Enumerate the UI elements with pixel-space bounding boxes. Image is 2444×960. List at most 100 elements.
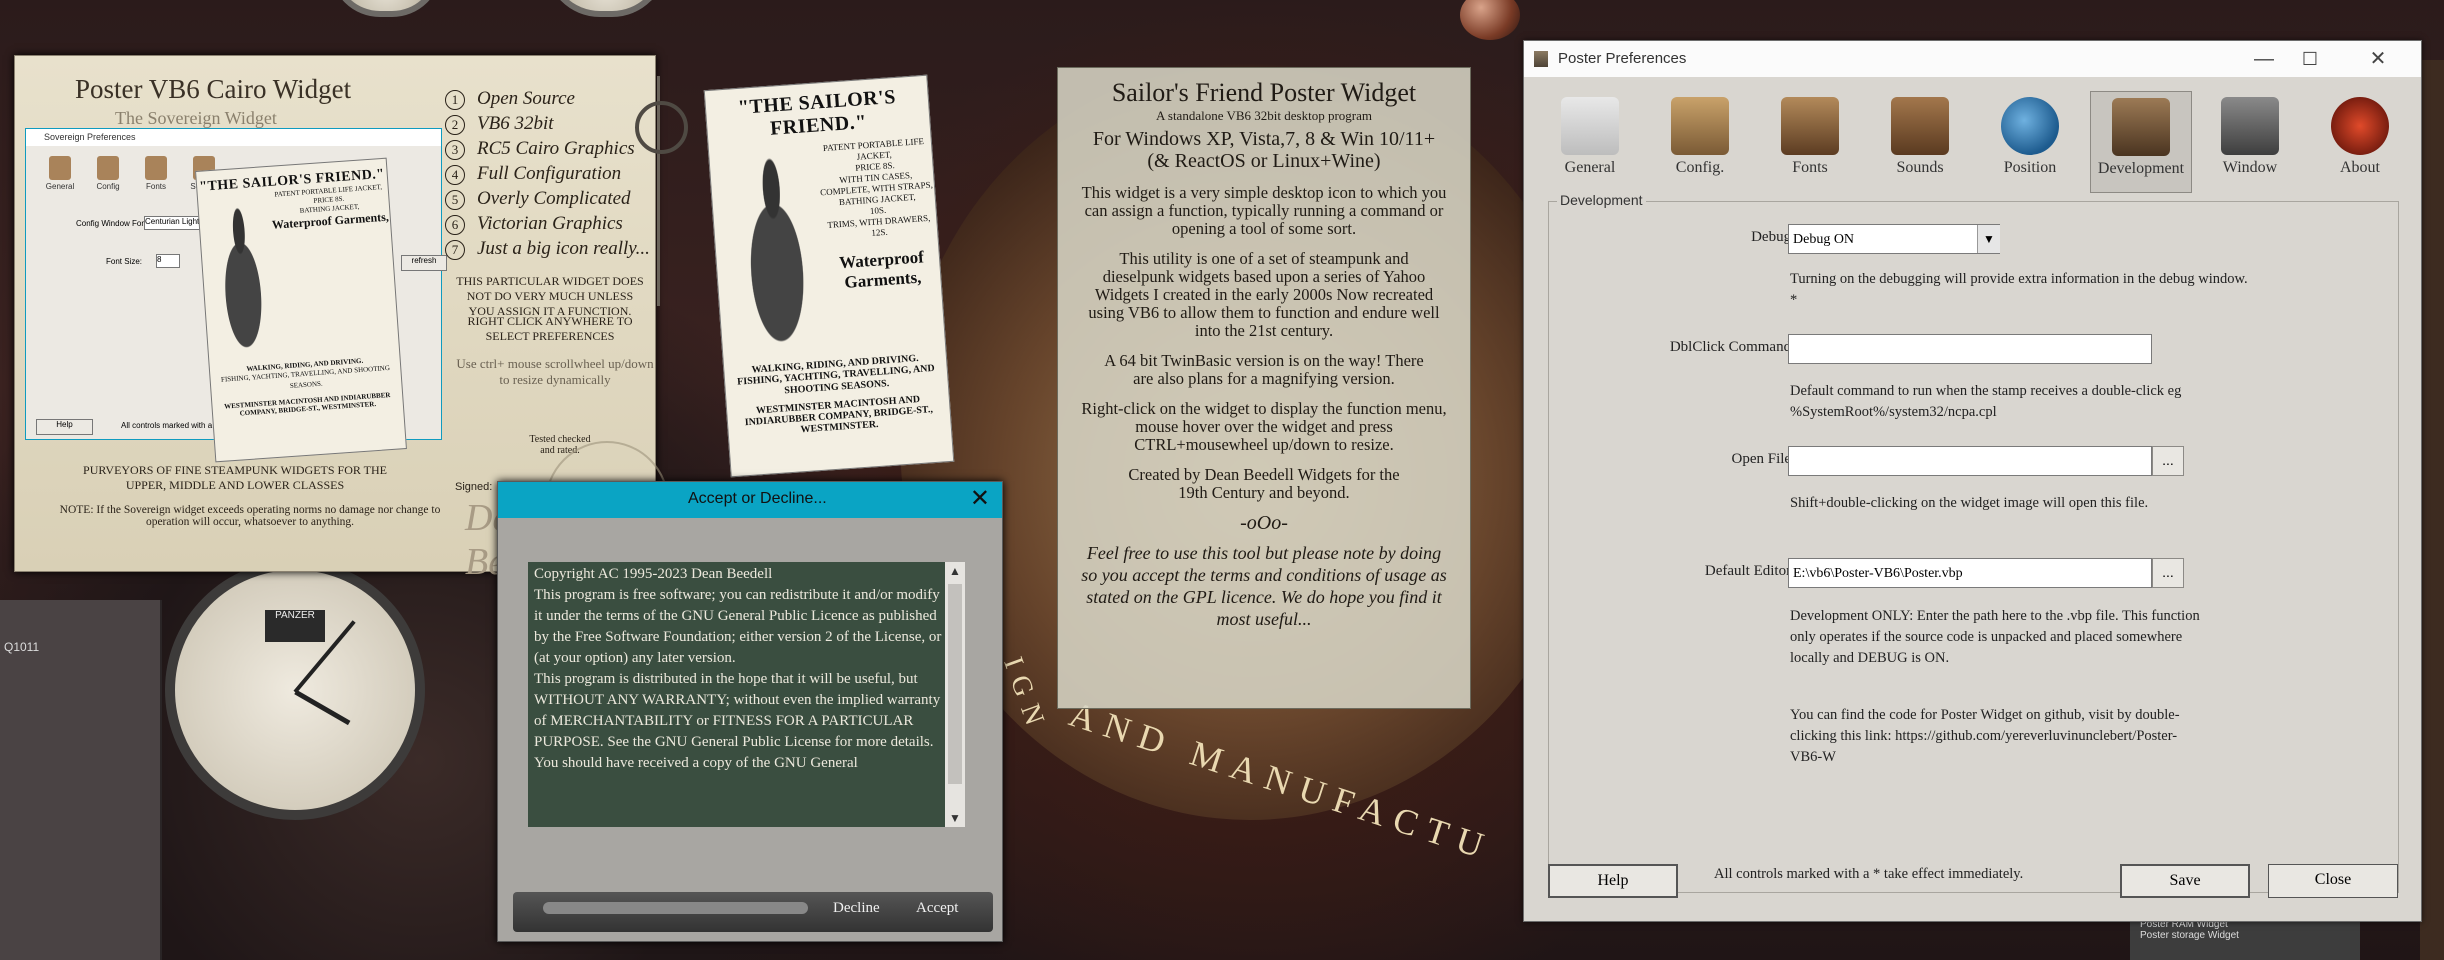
about-paragraph: A 64 bit TwinBasic version is on the way…: [1104, 351, 1424, 388]
open-file-description: Shift+double-clicking on the widget imag…: [1790, 495, 2149, 511]
close-button[interactable]: Close: [2268, 864, 2398, 898]
prefs-titlebar[interactable]: Poster Preferences — ☐ ✕: [1524, 41, 2421, 77]
desktop-widget-panel: Q1011: [0, 600, 162, 960]
about-platforms: For Windows XP, Vista,7, 8 & Win 10/11+ …: [1092, 128, 1436, 172]
side-label: Q1011: [4, 640, 40, 654]
clock-badge: PANZER: [265, 610, 325, 642]
signed-label: Signed:: [455, 481, 493, 493]
clock-widget[interactable]: PANZER: [165, 560, 425, 820]
lady-illustration: [204, 196, 281, 362]
dblclick-label: DblClick Command :: [1669, 339, 1799, 355]
decline-button[interactable]: Decline: [833, 900, 880, 917]
fonts-icon: [145, 156, 167, 180]
license-textbox[interactable]: Copyright AC 1995-2023 Dean Beedell This…: [528, 562, 948, 827]
save-button[interactable]: Save: [2120, 864, 2250, 898]
app-icon: [1534, 51, 1548, 67]
dialog-titlebar[interactable]: Accept or Decline... ✕: [498, 482, 1002, 518]
license-line: This program is free software; you can r…: [534, 587, 942, 666]
open-file-field[interactable]: [1788, 446, 2152, 476]
poster-thumbnail: "THE SAILOR'S FRIEND." PATENT PORTABLE L…: [195, 157, 407, 463]
mini-refresh-button[interactable]: refresh: [401, 255, 447, 271]
feature-item: 4 Full Configuration: [445, 161, 650, 186]
mini-tab-general[interactable]: General: [40, 156, 80, 191]
mini-help-button[interactable]: Help: [36, 419, 93, 435]
about-subtitle: A standalone VB6 32bit desktop program: [1155, 108, 1373, 123]
feature-item: 6 Victorian Graphics: [445, 211, 650, 236]
clock-hour-hand: [294, 689, 351, 726]
tab-development[interactable]: Development: [2090, 91, 2192, 193]
tab-label: Sounds: [1896, 159, 1944, 176]
scroll-down-icon[interactable]: ▼: [949, 811, 961, 825]
feature-item: 2 VB6 32bit: [445, 111, 650, 136]
mini-tab-config[interactable]: Config: [88, 156, 128, 191]
tab-sounds[interactable]: Sounds: [1870, 91, 1970, 191]
general-icon: [49, 156, 71, 180]
scroll-up-icon[interactable]: ▲: [949, 564, 961, 578]
tab-window[interactable]: Window: [2200, 91, 2300, 191]
poster-title: Poster VB6 Cairo Widget: [75, 74, 352, 104]
mini-tab-fonts[interactable]: Fonts: [136, 156, 176, 191]
top-gauge-1: 933: [330, 0, 442, 17]
dblclick-command-field[interactable]: [1788, 334, 2152, 364]
chevron-down-icon[interactable]: ▼: [1977, 225, 2000, 253]
dialog-title: Accept or Decline...: [688, 490, 827, 507]
top-gauge-2: 50: [545, 0, 667, 17]
tab-about[interactable]: About: [2310, 91, 2410, 191]
default-editor-field[interactable]: E:\vb6\Poster-VB6\Poster.vbp: [1788, 558, 2152, 588]
about-paragraph: Right-click on the widget to display the…: [1081, 399, 1447, 454]
warning-text: NOTE: If the Sovereign widget exceeds op…: [59, 504, 441, 528]
footer-note: All controls marked with a * take effect…: [1714, 866, 2024, 882]
tab-position[interactable]: Position: [1980, 91, 2080, 191]
widget-note-3: Use ctrl+ mouse scrollwheel up/down to r…: [456, 356, 654, 387]
debug-select-value: Debug ON: [1793, 232, 1855, 247]
mini-font-size-label: Font Size:: [106, 257, 143, 266]
mini-config-label: Config Window Font:: [76, 219, 151, 228]
license-line: Copyright AC 1995-2023 Dean Beedell: [534, 566, 773, 582]
minimize-icon[interactable]: —: [2241, 44, 2287, 74]
widget-note-1: THIS PARTICULAR WIDGET DOES NOT DO VERY …: [456, 274, 644, 318]
feature-list: 1 Open Source 2 VB6 32bit 3 RC5 Cairo Graph…: [445, 86, 650, 261]
accept-decline-dialog[interactable]: Accept or Decline... ✕ Copyright AC 1995…: [497, 481, 1003, 942]
config-icon: [97, 156, 119, 180]
maximize-icon[interactable]: ☐: [2287, 44, 2333, 74]
default-editor-label: Default Editor :: [1704, 563, 1799, 579]
right-edge-widget: [2420, 60, 2444, 960]
debug-label: Debug :: [1751, 229, 1799, 245]
open-file-browse-button[interactable]: ...: [2152, 446, 2184, 476]
scroll-thumb[interactable]: [948, 584, 962, 784]
about-paragraph: This utility is one of a set of steampun…: [1088, 249, 1440, 340]
tab-label: Config.: [1675, 159, 1725, 176]
preferences-window[interactable]: Poster Preferences — ☐ ✕ General Config.…: [1523, 40, 2422, 922]
github-description: You can find the code for Poster Widget …: [1790, 707, 2180, 765]
tab-config[interactable]: Config.: [1650, 91, 1750, 191]
dblclick-description: Default command to run when the stamp re…: [1790, 383, 2182, 420]
pendulum-knob: [635, 101, 688, 154]
slider-slot: [543, 902, 808, 914]
feature-item: 7 Just a big icon really...: [445, 236, 650, 261]
license-scrollbar[interactable]: ▲ ▼: [945, 562, 965, 827]
widget-note-2: RIGHT CLICK ANYWHERE TO SELECT PREFERENC…: [467, 314, 633, 343]
globe-icon: [2001, 97, 2059, 155]
purveyors-text: PURVEYORS OF FINE STEAMPUNK WIDGETS FOR …: [83, 463, 387, 492]
poster-headline: "THE SAILOR'S FRIEND.": [737, 85, 897, 140]
tab-general[interactable]: General: [1540, 91, 1640, 191]
mini-font-size-field[interactable]: 8: [156, 254, 180, 268]
sounds-icon: [1891, 97, 1949, 155]
about-panel[interactable]: Sailor's Friend Poster Widget A standalo…: [1057, 67, 1471, 709]
help-button[interactable]: Help: [1548, 864, 1678, 898]
quill-icon: [1781, 97, 1839, 155]
accept-button[interactable]: Accept: [916, 900, 958, 917]
feature-item: 3 RC5 Cairo Graphics: [445, 136, 650, 161]
debug-select[interactable]: Debug ON: [1788, 224, 2000, 254]
switches-icon: [1561, 97, 1619, 155]
open-file-label: Open File :: [1731, 451, 1800, 467]
default-editor-description: Development ONLY: Enter the path here to…: [1790, 608, 2200, 666]
sailors-friend-poster[interactable]: "THE SAILOR'S FRIEND." PATENT PORTABLE L…: [703, 74, 955, 478]
tab-label: Development: [2097, 160, 2185, 177]
tab-fonts[interactable]: Fonts: [1760, 91, 1860, 191]
close-icon[interactable]: ✕: [970, 484, 990, 513]
tab-label: Fonts: [1792, 159, 1828, 176]
prefs-tabs: General Config. Fonts Sounds Position De…: [1524, 87, 2421, 193]
default-editor-browse-button[interactable]: ...: [2152, 558, 2184, 588]
close-icon[interactable]: ✕: [2355, 44, 2401, 74]
